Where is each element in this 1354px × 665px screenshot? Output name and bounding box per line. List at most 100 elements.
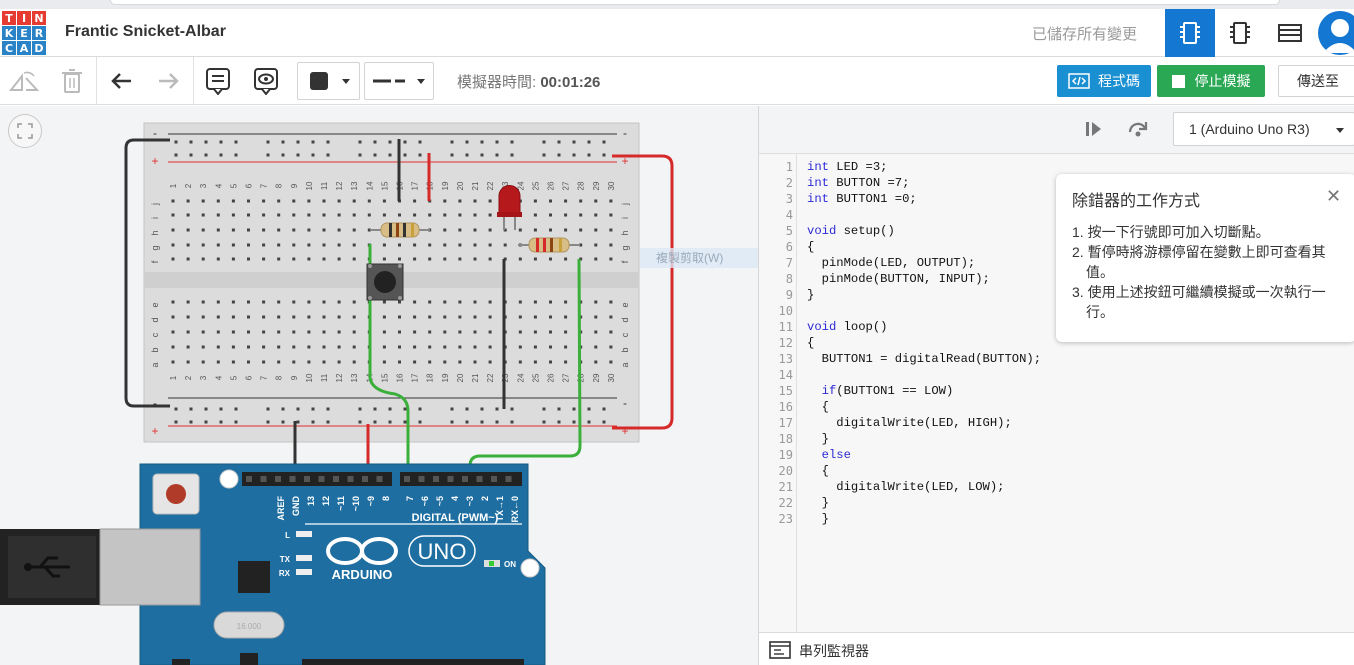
breadboard-hole[interactable] — [382, 199, 386, 203]
breadboard-hole[interactable] — [201, 315, 205, 319]
breadboard-hole[interactable] — [337, 345, 341, 349]
breadboard-hole[interactable] — [594, 300, 598, 304]
breadboard-hole[interactable] — [488, 345, 492, 349]
tinkercad-logo[interactable]: TIN KER CAD — [2, 11, 46, 55]
line-number[interactable]: 12 — [759, 336, 793, 350]
red-led[interactable] — [498, 185, 521, 215]
breadboard-hole[interactable] — [382, 330, 386, 334]
breadboard-hole[interactable] — [322, 257, 326, 261]
line-number[interactable]: 21 — [759, 480, 793, 494]
breadboard-hole[interactable] — [292, 360, 296, 364]
line-number[interactable]: 22 — [759, 496, 793, 510]
user-avatar[interactable] — [1318, 11, 1354, 55]
breadboard-hole[interactable] — [488, 315, 492, 319]
rail-hole[interactable] — [326, 153, 330, 157]
breadboard-hole[interactable] — [458, 360, 462, 364]
rail-hole[interactable] — [418, 407, 422, 411]
line-number[interactable]: 4 — [759, 208, 793, 222]
rail-hole[interactable] — [587, 153, 591, 157]
code-line[interactable]: } — [807, 496, 829, 510]
breadboard-hole[interactable] — [247, 345, 250, 349]
rail-hole[interactable] — [480, 153, 484, 157]
breadboard-hole[interactable] — [443, 257, 447, 261]
breadboard-hole[interactable] — [609, 228, 613, 232]
rail-hole[interactable] — [418, 140, 422, 144]
breadboard-hole[interactable] — [609, 300, 613, 304]
header-pin[interactable] — [246, 476, 252, 482]
breadboard-hole[interactable] — [307, 243, 311, 247]
breadboard-hole[interactable] — [216, 213, 220, 217]
breadboard-hole[interactable] — [458, 243, 462, 247]
breadboard-hole[interactable] — [549, 228, 552, 232]
rail-hole[interactable] — [266, 407, 270, 411]
breadboard-hole[interactable] — [277, 228, 281, 232]
breadboard-hole[interactable] — [503, 243, 507, 247]
breadboard-hole[interactable] — [186, 199, 190, 203]
rail-hole[interactable] — [358, 140, 362, 144]
breadboard-hole[interactable] — [428, 330, 432, 334]
breadboard-hole[interactable] — [292, 213, 296, 217]
rail-hole[interactable] — [373, 420, 377, 424]
header-pin[interactable] — [318, 476, 325, 482]
breadboard-hole[interactable] — [186, 345, 190, 349]
breadboard-hole[interactable] — [564, 199, 568, 203]
breadboard-hole[interactable] — [518, 228, 522, 232]
breadboard-hole[interactable] — [549, 213, 552, 217]
rail-hole[interactable] — [296, 407, 300, 411]
breadboard-hole[interactable] — [186, 243, 190, 247]
breadboard-hole[interactable] — [231, 315, 235, 319]
breadboard-hole[interactable] — [337, 199, 341, 203]
rail-hole[interactable] — [480, 420, 484, 424]
breadboard-hole[interactable] — [533, 300, 537, 304]
pushbutton-cap[interactable] — [374, 271, 396, 293]
breadboard-hole[interactable] — [277, 257, 281, 261]
code-line[interactable]: else — [807, 448, 851, 462]
breadboard-hole[interactable] — [216, 228, 220, 232]
breadboard-hole[interactable] — [609, 199, 613, 203]
notes-button[interactable] — [200, 63, 236, 99]
breadboard-hole[interactable] — [262, 243, 266, 247]
breadboard-hole[interactable] — [549, 360, 552, 364]
breadboard-hole[interactable] — [428, 213, 432, 217]
breadboard-hole[interactable] — [398, 360, 401, 364]
breadboard-hole[interactable] — [171, 315, 175, 319]
digital-header-right[interactable] — [400, 472, 522, 486]
breadboard-hole[interactable] — [458, 213, 462, 217]
line-number[interactable]: 11 — [759, 320, 793, 334]
breadboard-hole[interactable] — [337, 330, 341, 334]
rail-hole[interactable] — [266, 420, 270, 424]
board-select[interactable]: 1 (Arduino Uno R3) — [1173, 112, 1354, 146]
breadboard-hole[interactable] — [352, 243, 356, 247]
breadboard-hole[interactable] — [458, 300, 462, 304]
breadboard-hole[interactable] — [413, 257, 417, 261]
rail-hole[interactable] — [388, 140, 392, 144]
rotate-button[interactable] — [6, 63, 42, 99]
breadboard-hole[interactable] — [549, 330, 552, 334]
rail-hole[interactable] — [326, 420, 330, 424]
breadboard-hole[interactable] — [518, 257, 522, 261]
breadboard-hole[interactable] — [322, 213, 326, 217]
breadboard-hole[interactable] — [247, 257, 250, 261]
rail-hole[interactable] — [204, 140, 208, 144]
breadboard-hole[interactable] — [518, 300, 522, 304]
rail-hole[interactable] — [465, 153, 469, 157]
header-pin[interactable] — [376, 476, 383, 482]
breadboard-hole[interactable] — [398, 243, 401, 247]
breadboard-hole[interactable] — [549, 257, 552, 261]
breadboard-hole[interactable] — [322, 315, 326, 319]
rail-hole[interactable] — [174, 420, 178, 424]
rail-hole[interactable] — [572, 420, 576, 424]
rail-hole[interactable] — [403, 153, 407, 157]
rail-hole[interactable] — [219, 140, 223, 144]
breadboard-hole[interactable] — [216, 199, 220, 203]
breadboard-hole[interactable] — [473, 199, 477, 203]
line-number[interactable]: 6 — [759, 240, 793, 254]
code-line[interactable]: digitalWrite(LED, LOW); — [807, 480, 1004, 494]
rail-hole[interactable] — [281, 407, 285, 411]
breadboard-hole[interactable] — [352, 228, 356, 232]
breadboard-hole[interactable] — [609, 330, 613, 334]
rail-hole[interactable] — [557, 420, 561, 424]
breadboard-hole[interactable] — [443, 315, 447, 319]
breadboard-hole[interactable] — [413, 315, 417, 319]
code-line[interactable]: pinMode(LED, OUTPUT); — [807, 256, 976, 270]
